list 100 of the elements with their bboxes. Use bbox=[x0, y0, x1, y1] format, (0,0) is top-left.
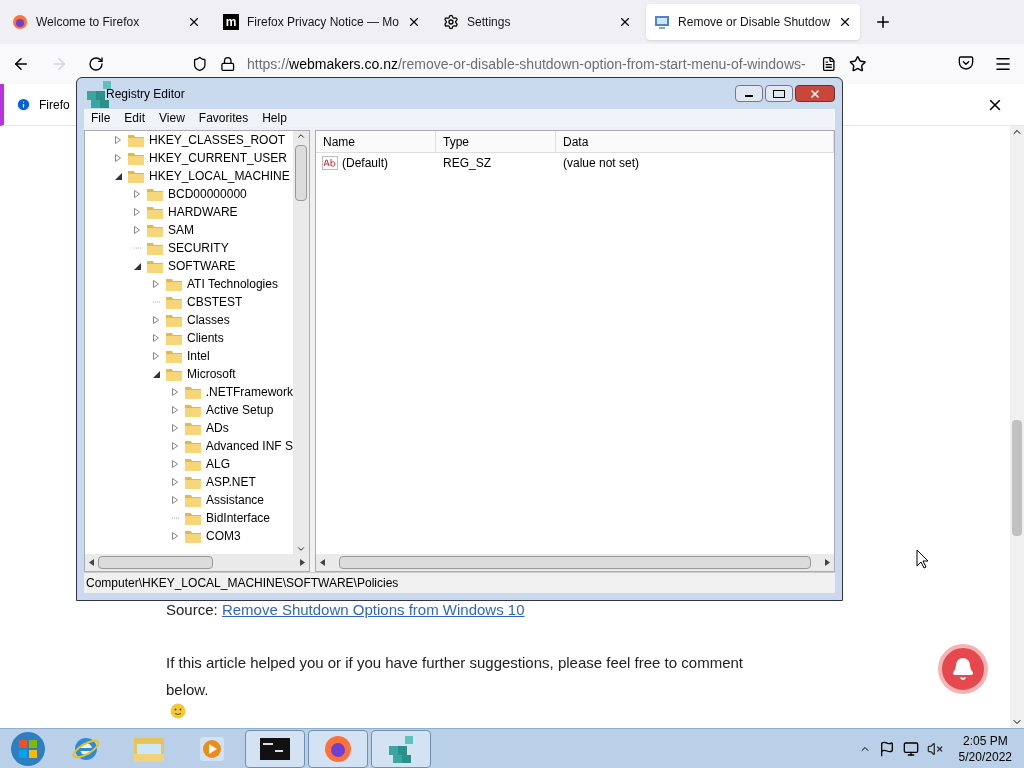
tree-item-label: Classes bbox=[187, 312, 230, 329]
close-icon[interactable] bbox=[187, 15, 201, 29]
start-orb-icon[interactable] bbox=[8, 729, 48, 768]
tree-item[interactable]: Active Setup bbox=[85, 401, 293, 419]
scroll-left-icon[interactable] bbox=[320, 559, 325, 566]
menu-item[interactable]: Edit bbox=[124, 109, 146, 127]
source-link[interactable]: Remove Shutdown Options from Windows 10 bbox=[221, 601, 525, 618]
network-icon[interactable] bbox=[902, 740, 919, 757]
browser-tab[interactable]: Settings bbox=[435, 4, 641, 40]
pocket-icon[interactable] bbox=[958, 55, 974, 71]
tree-item[interactable]: CBSTEST bbox=[85, 293, 293, 311]
tree-item[interactable]: COM3 bbox=[85, 527, 293, 545]
tree-item[interactable]: HARDWARE bbox=[85, 203, 293, 221]
folder-icon bbox=[185, 421, 201, 435]
menu-icon[interactable] bbox=[994, 55, 1012, 73]
expand-arrow-icon[interactable] bbox=[134, 190, 142, 198]
expand-arrow-icon[interactable] bbox=[172, 406, 180, 414]
tree-item[interactable]: Clients bbox=[85, 329, 293, 347]
tree-item-label: Advanced INF S bbox=[205, 438, 293, 455]
scroll-down-icon[interactable] bbox=[296, 544, 306, 554]
expand-arrow-icon[interactable] bbox=[172, 424, 180, 432]
maximize-button[interactable] bbox=[765, 85, 793, 102]
tree-item[interactable]: Classes bbox=[85, 311, 293, 329]
tree-item[interactable]: BidInterface bbox=[85, 509, 293, 527]
minimize-button[interactable] bbox=[735, 85, 763, 102]
tree-item[interactable]: ALG bbox=[85, 455, 293, 473]
reader-view-icon[interactable] bbox=[821, 56, 837, 72]
expand-arrow-icon[interactable] bbox=[172, 460, 180, 468]
tree-item[interactable]: HKEY_LOCAL_MACHINE bbox=[85, 167, 293, 185]
tree-item[interactable]: HKEY_CLASSES_ROOT bbox=[85, 131, 293, 149]
column-header[interactable]: Data bbox=[556, 131, 834, 152]
clock[interactable]: 2:05 PM 5/20/2022 bbox=[958, 732, 1012, 765]
tree-item[interactable]: ASP.NET bbox=[85, 473, 293, 491]
folder-icon bbox=[147, 241, 163, 255]
article-paragraph: If this article helped you or if you have further suggestions, please feel free to comment below. bbox=[166, 653, 744, 700]
flag-icon[interactable] bbox=[878, 740, 895, 757]
scroll-up-icon[interactable] bbox=[296, 131, 306, 141]
menu-item[interactable]: View bbox=[159, 109, 185, 127]
expand-arrow-icon[interactable] bbox=[153, 352, 161, 360]
tree-item-label: ALG bbox=[206, 456, 230, 473]
page-scrollbar[interactable] bbox=[1010, 126, 1024, 728]
expand-arrow-icon[interactable] bbox=[172, 532, 180, 540]
column-header[interactable]: Name bbox=[316, 131, 436, 152]
address-bar[interactable]: https://webmakers.co.nz/remove-or-disable-shutdown-option-from-start-menu-of-windows- bbox=[184, 48, 874, 80]
horizontal-scrollbar[interactable] bbox=[316, 554, 834, 571]
scroll-right-icon[interactable] bbox=[300, 559, 305, 566]
muted-speaker-icon[interactable] bbox=[926, 740, 943, 757]
scrollbar-thumb[interactable] bbox=[295, 145, 307, 201]
tree-item[interactable]: .NETFramework bbox=[85, 383, 293, 401]
expand-arrow-icon[interactable] bbox=[172, 388, 180, 396]
collapse-arrow-icon[interactable] bbox=[115, 172, 123, 180]
reload-icon[interactable] bbox=[88, 56, 104, 72]
tree-item[interactable]: SOFTWARE bbox=[85, 257, 293, 275]
expand-arrow-icon[interactable] bbox=[134, 208, 142, 216]
vertical-scrollbar[interactable] bbox=[293, 131, 309, 554]
column-header[interactable]: Type bbox=[436, 131, 556, 152]
browser-tab[interactable]: Welcome to Firefox bbox=[4, 4, 209, 40]
collapse-arrow-icon[interactable] bbox=[153, 370, 161, 378]
tree-item[interactable]: Advanced INF S bbox=[85, 437, 293, 455]
tree-item-label: ATI Technologies bbox=[187, 276, 278, 293]
expand-arrow-icon[interactable] bbox=[115, 136, 123, 144]
tree-item[interactable]: ATI Technologies bbox=[85, 275, 293, 293]
expand-arrow-icon[interactable] bbox=[153, 316, 161, 324]
status-path: Computer\HKEY_LOCAL_MACHINE\SOFTWARE\Policies bbox=[86, 575, 399, 592]
menu-item[interactable]: Favorites bbox=[198, 109, 249, 127]
value-name: (Default) bbox=[342, 155, 388, 172]
tree-item-label: ADs bbox=[206, 420, 229, 437]
scrollbar-thumb[interactable] bbox=[1012, 420, 1022, 536]
tree-item[interactable]: SECURITY bbox=[85, 239, 293, 257]
scroll-left-icon[interactable] bbox=[89, 559, 94, 566]
scrollbar-thumb[interactable] bbox=[339, 556, 811, 569]
scroll-right-icon[interactable] bbox=[825, 559, 830, 566]
menu-item[interactable]: Help bbox=[262, 109, 287, 127]
scrollbar-thumb[interactable] bbox=[98, 556, 213, 569]
browser-tab[interactable]: m Firefox Privacy Notice — Mo bbox=[215, 4, 430, 40]
horizontal-scrollbar[interactable] bbox=[85, 554, 309, 571]
firefox-icon bbox=[12, 14, 28, 30]
tree-item[interactable]: Assistance bbox=[85, 491, 293, 509]
menu-item[interactable]: File bbox=[91, 109, 111, 127]
tree-item[interactable]: BCD00000000 bbox=[85, 185, 293, 203]
collapse-arrow-icon[interactable] bbox=[134, 262, 142, 270]
notification-bell-button[interactable] bbox=[938, 644, 988, 694]
expand-arrow-icon[interactable] bbox=[153, 280, 161, 288]
tree-item[interactable]: SAM bbox=[85, 221, 293, 239]
taskbar-button[interactable] bbox=[245, 729, 305, 768]
bookmark-icon[interactable] bbox=[848, 55, 866, 73]
expand-arrow-icon[interactable] bbox=[172, 496, 180, 504]
close-button[interactable] bbox=[795, 85, 835, 102]
tree-item[interactable]: Microsoft bbox=[85, 365, 293, 383]
expand-arrow-icon[interactable] bbox=[172, 478, 180, 486]
expand-arrow-icon[interactable] bbox=[172, 442, 180, 450]
tree-item[interactable]: ADs bbox=[85, 419, 293, 437]
expand-arrow-icon[interactable] bbox=[134, 226, 142, 234]
tree-item[interactable]: HKEY_CURRENT_USER bbox=[85, 149, 293, 167]
tree-item-label: SAM bbox=[168, 222, 194, 239]
expand-arrow-icon[interactable] bbox=[153, 334, 161, 342]
expand-arrow-icon[interactable] bbox=[115, 154, 123, 162]
back-icon[interactable] bbox=[12, 55, 30, 73]
tree-item[interactable]: Intel bbox=[85, 347, 293, 365]
browser-tab[interactable]: Remove or Disable Shutdow bbox=[646, 4, 861, 40]
